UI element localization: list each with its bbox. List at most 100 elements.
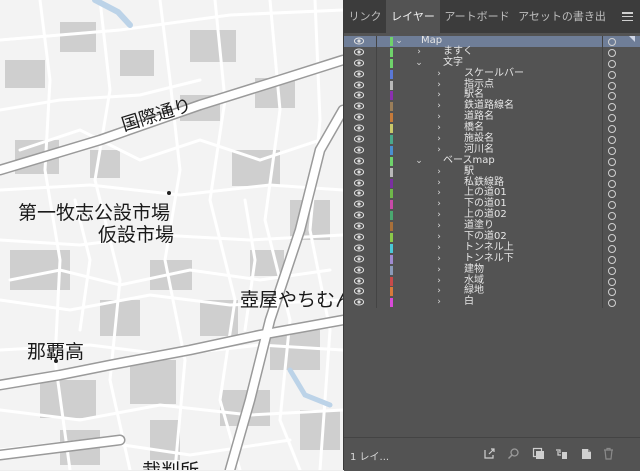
expand-chevron-icon[interactable]: ›	[434, 297, 444, 308]
export-icon[interactable]	[483, 447, 496, 460]
visibility-eye-icon[interactable]	[354, 222, 364, 230]
target-circle-icon[interactable]	[608, 234, 616, 243]
lock-column[interactable]	[376, 264, 377, 276]
expand-chevron-icon[interactable]: ›	[434, 80, 444, 91]
lock-column[interactable]	[376, 275, 377, 287]
visibility-eye-icon[interactable]	[354, 59, 364, 67]
expand-chevron-icon[interactable]: ›	[434, 101, 444, 112]
visibility-eye-icon[interactable]	[354, 189, 364, 197]
expand-chevron-icon[interactable]: ›	[414, 47, 424, 58]
visibility-eye-icon[interactable]	[354, 179, 364, 187]
lock-column[interactable]	[376, 123, 377, 135]
expand-chevron-icon[interactable]: ›	[434, 112, 444, 123]
visibility-eye-icon[interactable]	[354, 233, 364, 241]
lock-column[interactable]	[376, 134, 377, 146]
expand-chevron-icon[interactable]: ›	[434, 188, 444, 199]
lock-column[interactable]	[376, 221, 377, 233]
lock-column[interactable]	[376, 101, 377, 113]
visibility-eye-icon[interactable]	[354, 298, 364, 306]
lock-column[interactable]	[376, 177, 377, 189]
target-circle-icon[interactable]	[608, 146, 616, 155]
lock-column[interactable]	[376, 199, 377, 211]
lock-column[interactable]	[376, 36, 377, 47]
visibility-eye-icon[interactable]	[354, 211, 364, 219]
lock-column[interactable]	[376, 57, 377, 69]
clipping-mask-icon[interactable]	[532, 447, 545, 460]
target-circle-icon[interactable]	[608, 114, 616, 123]
layer-row[interactable]: › トンネル下	[344, 253, 640, 265]
visibility-eye-icon[interactable]	[354, 157, 364, 165]
target-circle-icon[interactable]	[608, 266, 616, 275]
layer-row[interactable]: › 道路名	[344, 111, 640, 124]
expand-chevron-icon[interactable]: ›	[434, 232, 444, 243]
expand-chevron-icon[interactable]: ›	[434, 90, 444, 101]
lock-column[interactable]	[376, 144, 377, 156]
lock-column[interactable]	[376, 112, 377, 124]
expand-chevron-icon[interactable]: ›	[434, 199, 444, 210]
collapse-chevron-icon[interactable]: ⌄	[414, 58, 424, 69]
layer-row[interactable]: › ますく	[344, 46, 640, 58]
target-circle-icon[interactable]	[608, 157, 616, 166]
new-layer-icon[interactable]	[579, 447, 592, 460]
target-circle-icon[interactable]	[608, 70, 616, 79]
layer-row[interactable]: › 建物	[344, 264, 640, 276]
visibility-eye-icon[interactable]	[354, 266, 364, 274]
target-circle-icon[interactable]	[608, 136, 616, 145]
target-circle-icon[interactable]	[608, 223, 616, 232]
target-circle-icon[interactable]	[608, 212, 616, 221]
visibility-eye-icon[interactable]	[354, 91, 364, 99]
layer-row[interactable]: › 指示点	[344, 79, 640, 91]
layer-row[interactable]: ⌄ Map	[344, 35, 640, 47]
lock-column[interactable]	[376, 155, 377, 167]
target-circle-icon[interactable]	[608, 59, 616, 68]
target-circle-icon[interactable]	[608, 190, 616, 199]
target-circle-icon[interactable]	[608, 38, 616, 46]
target-circle-icon[interactable]	[608, 92, 616, 101]
collapse-chevron-icon[interactable]: ⌄	[394, 36, 404, 47]
lock-column[interactable]	[376, 68, 377, 80]
layer-row[interactable]: ⌄ ベースmap	[344, 155, 640, 167]
target-circle-icon[interactable]	[608, 277, 616, 286]
expand-chevron-icon[interactable]: ›	[434, 167, 444, 178]
tab-layers[interactable]: レイヤー	[386, 0, 440, 33]
lock-column[interactable]	[376, 242, 377, 254]
lock-column[interactable]	[376, 286, 377, 298]
expand-chevron-icon[interactable]: ›	[434, 210, 444, 221]
target-circle-icon[interactable]	[608, 255, 616, 264]
expand-chevron-icon[interactable]: ›	[434, 286, 444, 297]
expand-chevron-icon[interactable]: ›	[434, 134, 444, 145]
expand-chevron-icon[interactable]: ›	[434, 69, 444, 80]
visibility-eye-icon[interactable]	[354, 168, 364, 176]
visibility-eye-icon[interactable]	[354, 70, 364, 78]
visibility-eye-icon[interactable]	[354, 255, 364, 263]
visibility-eye-icon[interactable]	[354, 244, 364, 252]
lock-column[interactable]	[376, 79, 377, 91]
target-circle-icon[interactable]	[608, 201, 616, 210]
expand-chevron-icon[interactable]: ›	[434, 265, 444, 276]
expand-chevron-icon[interactable]: ›	[434, 254, 444, 265]
tab-links[interactable]: リンク	[344, 0, 386, 33]
target-circle-icon[interactable]	[608, 179, 616, 188]
visibility-eye-icon[interactable]	[354, 277, 364, 285]
visibility-eye-icon[interactable]	[354, 113, 364, 121]
map-canvas[interactable]: 国際通り 第一牧志公設市場 仮設市場 壺屋やちむん 那覇高 裁判所	[0, 0, 343, 470]
target-circle-icon[interactable]	[608, 244, 616, 253]
target-circle-icon[interactable]	[608, 288, 616, 297]
target-circle-icon[interactable]	[608, 299, 616, 308]
target-circle-icon[interactable]	[608, 168, 616, 177]
target-circle-icon[interactable]	[608, 81, 616, 90]
visibility-eye-icon[interactable]	[354, 124, 364, 132]
new-sublayer-icon[interactable]	[555, 447, 568, 460]
target-circle-icon[interactable]	[608, 103, 616, 112]
layer-row[interactable]: › 緑地	[344, 285, 640, 298]
lock-column[interactable]	[376, 297, 377, 309]
visibility-eye-icon[interactable]	[354, 200, 364, 208]
lock-column[interactable]	[376, 188, 377, 200]
search-icon[interactable]	[507, 447, 520, 460]
lock-column[interactable]	[376, 46, 377, 58]
layer-row[interactable]: › 白	[344, 296, 640, 309]
target-circle-icon[interactable]	[608, 48, 616, 57]
target-circle-icon[interactable]	[608, 125, 616, 134]
expand-chevron-icon[interactable]: ›	[434, 178, 444, 189]
tab-artboards[interactable]: アートボード	[440, 0, 514, 33]
